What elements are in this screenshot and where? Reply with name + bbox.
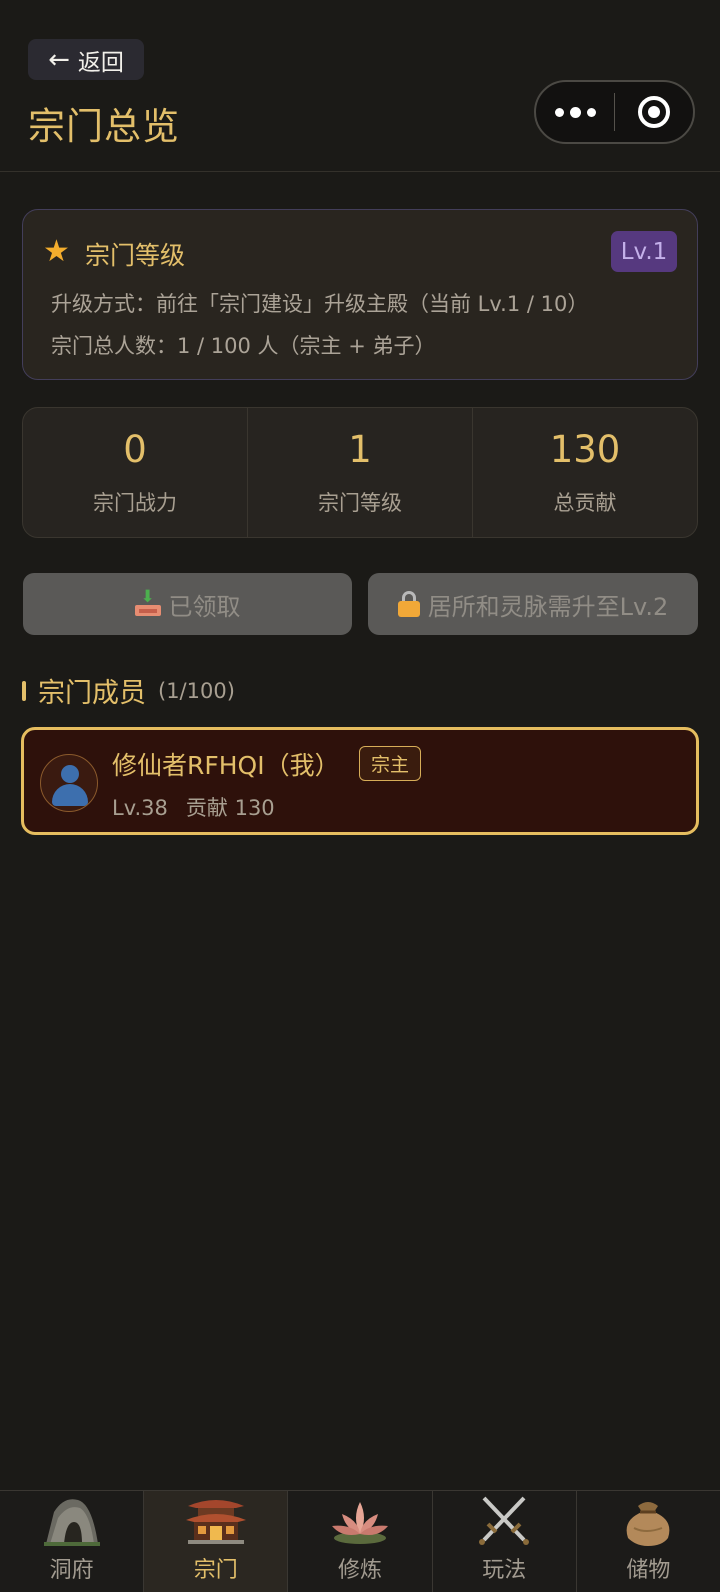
sect-level-title: 宗门等级 (85, 241, 186, 270)
claimed-button[interactable]: ⬇ 已领取 (23, 573, 352, 635)
back-button[interactable]: ← 返回 (28, 39, 144, 80)
tab-label: 洞府 (49, 1558, 94, 1583)
more-menu-button[interactable] (536, 82, 614, 142)
member-meta: Lv.38 贡献 130 (112, 792, 275, 822)
member-level: Lv.38 (112, 796, 168, 820)
members-section-header: 宗门成员 (1/100) (22, 671, 235, 710)
member-card[interactable]: 修仙者RFHQI（我） 宗主 Lv.38 贡献 130 (21, 727, 699, 835)
lotus-icon (328, 1492, 392, 1548)
level-badge: Lv.1 (611, 231, 677, 272)
locked-upgrade-button[interactable]: 居所和灵脉需升至Lv.2 (368, 573, 698, 635)
close-mini-program-button[interactable] (615, 82, 693, 142)
more-dot-icon (586, 107, 596, 117)
page-title: 宗门总览 (28, 105, 180, 148)
stat-power: 0 宗门战力 (23, 408, 247, 537)
stat-label: 宗门等级 (318, 491, 402, 515)
stat-value: 1 (348, 428, 372, 471)
stat-contribution: 130 总贡献 (472, 408, 697, 537)
star-icon: ★ (43, 234, 70, 269)
section-accent-bar (22, 680, 26, 701)
locked-label: 居所和灵脉需升至Lv.2 (427, 592, 669, 621)
role-badge: 宗主 (359, 746, 421, 781)
tab-storage[interactable]: 储物 (575, 1491, 720, 1592)
tab-label: 储物 (626, 1558, 671, 1583)
member-contribution: 贡献 130 (185, 796, 275, 820)
tab-sect[interactable]: 宗门 (143, 1491, 288, 1592)
members-count: (1/100) (158, 678, 235, 703)
pouch-icon (616, 1492, 680, 1548)
inbox-download-icon: ⬇ (134, 589, 161, 616)
crossed-swords-icon (472, 1492, 536, 1548)
stat-label: 宗门战力 (93, 491, 177, 515)
temple-icon (184, 1492, 248, 1548)
tab-cultivation[interactable]: 修炼 (287, 1491, 431, 1592)
tab-label: 修炼 (338, 1558, 383, 1583)
more-dot-icon (554, 107, 564, 117)
stat-value: 130 (549, 428, 621, 471)
stat-label: 总贡献 (553, 491, 617, 515)
stat-value: 0 (123, 428, 147, 471)
total-members-text: 宗门总人数：1 / 100 人（宗主 + 弟子） (51, 334, 436, 358)
more-dot-icon (569, 106, 581, 118)
sect-level-card: ★ 宗门等级 Lv.1 升级方式：前往「宗门建设」升级主殿（当前 Lv.1 / … (22, 209, 698, 380)
arrow-left-icon: ← (48, 44, 70, 75)
member-name: 修仙者RFHQI（我） (112, 751, 340, 780)
avatar (40, 754, 98, 812)
upgrade-method-text: 升级方式：前往「宗门建设」升级主殿（当前 Lv.1 / 10） (51, 292, 589, 316)
sect-stats-panel: 0 宗门战力 1 宗门等级 130 总贡献 (22, 407, 698, 538)
tab-cave[interactable]: 洞府 (0, 1491, 143, 1592)
top-bar: ← 返回 宗门总览 (0, 0, 720, 172)
cave-icon (40, 1492, 104, 1548)
tab-label: 玩法 (482, 1558, 527, 1583)
claimed-label: 已领取 (168, 592, 241, 621)
bottom-tab-bar: 洞府 宗门 修炼 玩法 储物 (0, 1490, 720, 1592)
tab-gameplay[interactable]: 玩法 (431, 1491, 576, 1592)
mini-program-capsule (534, 80, 695, 144)
lock-icon (397, 591, 420, 617)
back-label: 返回 (77, 49, 124, 76)
tab-label: 宗门 (193, 1558, 238, 1583)
user-icon (61, 765, 79, 783)
members-section-title: 宗门成员 (38, 678, 146, 709)
target-icon (637, 96, 670, 128)
stat-level: 1 宗门等级 (247, 408, 472, 537)
